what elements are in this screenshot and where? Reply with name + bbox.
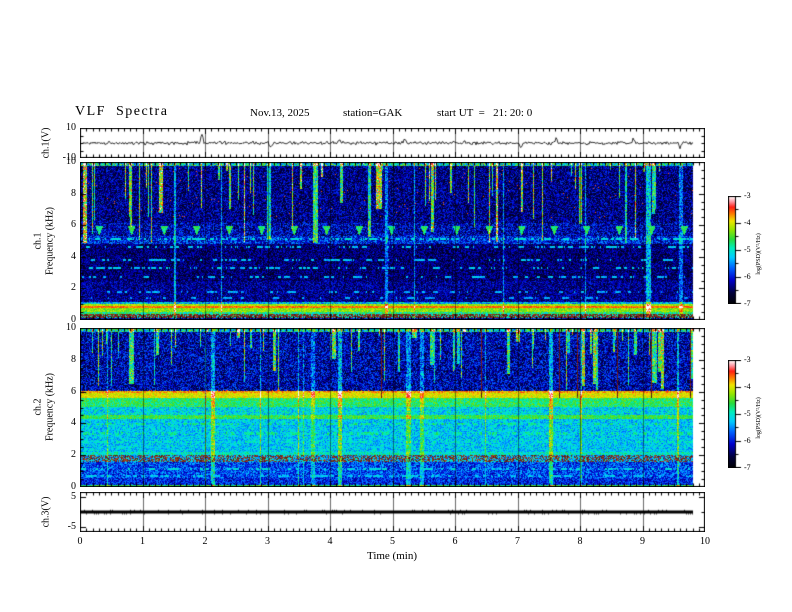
colorbar1-tick-label: -5: [744, 245, 751, 254]
station-label: station=GAK: [343, 107, 403, 119]
colorbar2-tick-label: -7: [744, 463, 751, 472]
x-tick-label: 5: [390, 536, 395, 547]
colorbar2-tick-label: -4: [744, 382, 751, 391]
figure-date: Nov.13, 2025: [250, 107, 310, 119]
x-tick-label: 4: [327, 536, 333, 547]
panel4-y-tick-label: -5: [67, 520, 76, 532]
x-tick-label: 8: [577, 536, 583, 547]
ch3-waveform-canvas: [80, 492, 705, 532]
x-axis-title: Time (min): [366, 550, 417, 562]
panel3-y-tick-label: 10: [66, 322, 76, 333]
colorbar2-tick-label: -6: [744, 436, 751, 445]
x-tick-label: 2: [202, 536, 208, 547]
x-tick-label: 9: [640, 536, 645, 547]
colorbar1-tick-label: -7: [744, 299, 751, 308]
panel2-y-tick-label: 8: [71, 187, 76, 199]
panel3-y-tick-label: 6: [71, 385, 76, 397]
panel3-y-tick-label: 2: [71, 449, 76, 461]
panel1-y-tick-label: 10: [66, 122, 76, 133]
colorbar1-tick-label: -6: [744, 272, 751, 281]
colorbar1-tick-label: -4: [744, 218, 751, 227]
panel2-y-tick-label: 10: [66, 156, 76, 167]
ch2-spec-freq-label: Frequency (kHz): [44, 372, 56, 442]
panel2-y-tick-label: 4: [71, 250, 76, 262]
colorbar-ch2-canvas: [728, 360, 742, 468]
ch1-spec-freq-label: Frequency (kHz): [44, 206, 56, 276]
ch2-spectrogram-canvas: [80, 328, 705, 487]
panel3-y-tick-label: 8: [71, 353, 76, 365]
panel3-y-tick-label: 4: [71, 417, 76, 429]
vlf-spectra-figure: VLF Spectra Nov.13, 2025 station=GAK sta…: [0, 0, 792, 612]
colorbar2-tick-label: -3: [744, 355, 751, 364]
x-tick-label: 6: [452, 536, 458, 547]
panel2-y-tick-label: 6: [71, 219, 76, 231]
colorbar1-label: log(PSD)(V²/Hz): [756, 233, 762, 275]
start-ut-label: start UT = 21: 20: 0: [437, 107, 533, 119]
x-tick-label: 1: [140, 536, 145, 547]
ch1-spectrogram-canvas: [80, 162, 705, 320]
colorbar-ch1-canvas: [728, 196, 742, 304]
colorbar1-tick-label: -3: [744, 191, 751, 200]
colorbar2-tick-label: -5: [744, 409, 751, 418]
x-tick-label: 3: [265, 536, 270, 547]
x-tick-label: 0: [77, 536, 83, 547]
figure-title: VLF Spectra: [75, 104, 169, 119]
panel4-y-tick-label: 5: [71, 491, 76, 503]
panel2-y-tick-label: 2: [71, 282, 76, 294]
colorbar2-label: log(PSD)(V²/Hz): [756, 397, 762, 439]
ch2-spec-channel-label: ch.2: [32, 398, 44, 416]
x-tick-label: 10: [700, 536, 710, 547]
x-tick-label: 7: [515, 536, 520, 547]
ch1-waveform-canvas: [80, 128, 705, 158]
ch1-spec-channel-label: ch.1: [32, 232, 44, 250]
